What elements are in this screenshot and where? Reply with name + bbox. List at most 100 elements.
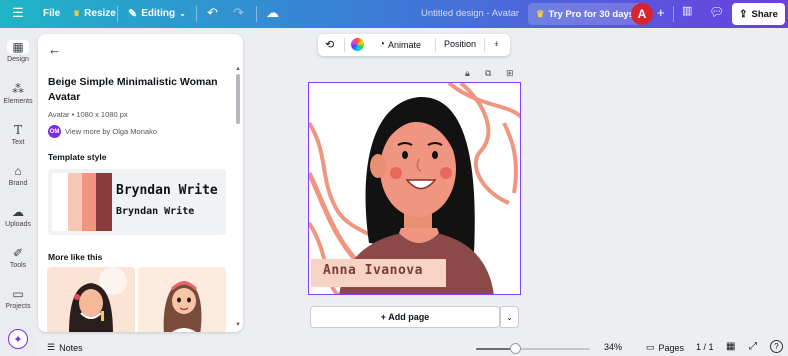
- magic-sparkle-button[interactable]: ✦: [8, 329, 28, 349]
- swatch-6: [96, 173, 112, 231]
- template-thumbnail[interactable]: [138, 267, 226, 332]
- avatar[interactable]: A: [631, 3, 653, 25]
- name-text[interactable]: Anna Ivanova: [323, 263, 423, 278]
- top-bar: ☰ File ♛ Resize ✎ Editing ⌄ ↶ ↷ ☁ Untitl…: [0, 0, 788, 28]
- file-menu[interactable]: File: [43, 8, 60, 19]
- chevron-down-icon: ⌄: [179, 9, 186, 18]
- undo-icon[interactable]: ↶: [207, 6, 218, 19]
- rail-item-label: Text: [11, 139, 25, 146]
- plus-icon[interactable]: +: [657, 6, 665, 19]
- divider: [256, 6, 257, 22]
- rail-item-label: Elements: [3, 98, 33, 105]
- template-title: Beige Simple Minimalistic Woman Avatar: [48, 76, 218, 103]
- rail-item-label: Tools: [9, 262, 27, 269]
- paint-roller-icon[interactable]: ⍖: [493, 38, 500, 51]
- woman-avatar-thumbnail-2: [163, 281, 202, 332]
- zoom-value[interactable]: 34%: [604, 342, 622, 352]
- divider: [117, 6, 118, 22]
- folder-icon: ▭: [12, 287, 24, 301]
- scroll-up-icon[interactable]: ▲: [235, 66, 241, 72]
- rail-item-brand[interactable]: ⌂ Brand: [0, 164, 36, 187]
- crown-icon: ♛: [536, 8, 545, 20]
- try-pro-button[interactable]: ♛ Try Pro for 30 days: [528, 3, 643, 25]
- notes-button[interactable]: ☰ Notes: [47, 342, 83, 353]
- design-icon: ▦: [7, 40, 29, 54]
- pencil-icon: ✎: [128, 8, 138, 20]
- divider: [196, 6, 197, 22]
- bottom-bar: ☰ Notes 34% ▭ Pages 1 / 1 ▦ ⤢ ?: [36, 340, 788, 356]
- font-sample-heading: Bryndan Write: [116, 183, 218, 198]
- rail-item-design[interactable]: ▦ Design: [0, 40, 36, 63]
- resize-button[interactable]: ♛ Resize: [73, 8, 116, 19]
- author-link[interactable]: OM View more by Olga Monako: [48, 125, 157, 138]
- fullscreen-icon[interactable]: ⤢: [749, 341, 757, 352]
- help-icon[interactable]: ?: [770, 340, 783, 353]
- design-canvas[interactable]: Anna Ivanova: [308, 82, 521, 295]
- add-page-button[interactable]: + Add page: [310, 306, 500, 328]
- pages-label: Pages: [658, 342, 685, 353]
- rail-item-label: Brand: [8, 180, 28, 187]
- rotate-refresh-icon[interactable]: ⟲: [325, 38, 334, 51]
- divider: [435, 38, 436, 52]
- back-arrow-icon[interactable]: ←: [48, 42, 61, 57]
- add-page-icon[interactable]: ⊞: [506, 68, 514, 79]
- analytics-icon[interactable]: ▥: [682, 6, 692, 17]
- hamburger-icon[interactable]: ☰: [12, 6, 24, 19]
- animate-button[interactable]: ◔ Animate: [379, 39, 421, 50]
- template-style-card[interactable]: Bryndan Write Bryndan Write: [48, 169, 226, 235]
- animate-icon: ◔: [379, 39, 386, 50]
- pages-button[interactable]: ▭ Pages: [646, 342, 684, 353]
- element-toolbar: ⟲ ◔ Animate Position ⍖: [318, 34, 510, 56]
- cloud-sync-icon[interactable]: ☁: [266, 6, 279, 19]
- rail-item-tools[interactable]: ✐ Tools: [0, 246, 36, 269]
- zoom-slider-handle[interactable]: [509, 343, 521, 354]
- scroll-down-icon[interactable]: ▼: [235, 322, 241, 328]
- share-button[interactable]: ⇪ Share: [732, 3, 785, 25]
- page-count: 1 / 1: [696, 342, 714, 352]
- template-meta: Avatar • 1080 x 1080 px: [48, 110, 128, 119]
- rail-item-uploads[interactable]: ☁ Uploads: [0, 205, 36, 228]
- swatch-2: [68, 173, 82, 231]
- notes-icon: ☰: [47, 342, 56, 352]
- redo-icon[interactable]: ↷: [233, 6, 244, 19]
- position-button[interactable]: Position: [444, 39, 476, 49]
- zoom-slider-fill: [476, 348, 515, 350]
- swatch-1: [52, 173, 68, 231]
- editing-mode-dropdown[interactable]: ✎ Editing ⌄: [128, 7, 186, 20]
- divider: [673, 6, 674, 22]
- design-title[interactable]: Untitled design - Avatar: [421, 8, 519, 19]
- crown-icon: ♛: [73, 9, 81, 18]
- comment-icon[interactable]: 💬︎: [709, 6, 724, 18]
- font-sample-body: Bryndan Write: [116, 206, 195, 217]
- grid-view-icon[interactable]: ▦: [726, 341, 735, 352]
- divider: [344, 38, 345, 52]
- elements-icon: ⁂: [12, 82, 24, 96]
- share-label: Share: [751, 8, 778, 20]
- swatch-3: [82, 173, 96, 231]
- lock-icon[interactable]: 🔒︎: [465, 68, 470, 79]
- rail-item-label: Projects: [5, 303, 31, 310]
- editing-label: Editing: [141, 8, 176, 19]
- woman-avatar-thumbnail-1: [69, 267, 127, 332]
- color-wheel-icon[interactable]: [351, 38, 364, 51]
- animate-label: Animate: [388, 39, 422, 50]
- resize-label: Resize: [84, 8, 116, 19]
- rail-item-projects[interactable]: ▭ Projects: [0, 287, 36, 310]
- template-details-panel: ← Beige Simple Minimalistic Woman Avatar…: [38, 34, 243, 332]
- sparkle-icon: ✦: [13, 333, 23, 346]
- template-style-heading: Template style: [48, 152, 107, 162]
- share-icon: ⇪: [739, 8, 748, 20]
- divider: [484, 38, 485, 52]
- panel-scrollbar[interactable]: [236, 74, 240, 124]
- duplicate-page-icon[interactable]: ⧉: [485, 68, 491, 79]
- add-page-options-button[interactable]: ⌄: [500, 306, 519, 328]
- author-label: View more by Olga Monako: [65, 127, 157, 136]
- cloud-upload-icon: ☁: [12, 205, 24, 219]
- rail-item-text[interactable]: T Text: [0, 123, 36, 146]
- try-pro-label: Try Pro for 30 days: [548, 8, 635, 20]
- template-thumbnail[interactable]: [47, 267, 135, 332]
- brand-icon: ⌂: [14, 164, 22, 178]
- rail-item-elements[interactable]: ⁂ Elements: [0, 82, 36, 105]
- more-like-this-heading: More like this: [48, 252, 103, 262]
- left-rail: ▦ Design ⁂ Elements T Text ⌂ Brand ☁ Upl…: [0, 28, 36, 356]
